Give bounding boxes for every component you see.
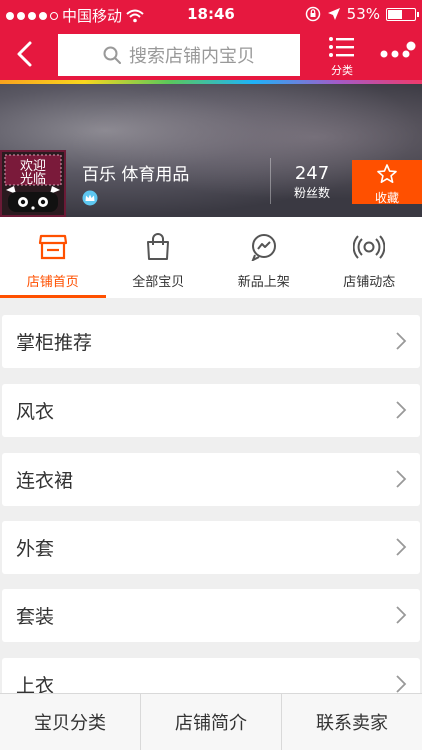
contact-seller-button[interactable]: 联系卖家: [282, 694, 422, 750]
list-item-category[interactable]: 掌柜推荐: [2, 315, 420, 368]
battery-fill: [388, 9, 402, 19]
list-item-category[interactable]: 外套: [2, 521, 420, 574]
category-label: 外套: [16, 538, 55, 560]
banner-divider: [270, 158, 271, 204]
lightning-chat-icon: [251, 234, 276, 261]
bag-icon: [147, 233, 170, 260]
crown-badge-icon: [82, 190, 98, 206]
more-icon[interactable]: [378, 40, 418, 64]
chevron-right-icon: [396, 401, 407, 419]
tab-label: 全部宝贝: [132, 275, 185, 290]
list-item-category[interactable]: 套装: [2, 589, 420, 642]
list-icon: [329, 37, 354, 57]
category-label: 连衣裙: [16, 470, 74, 492]
tab-shop-home[interactable]: 店铺首页: [0, 217, 106, 298]
battery-icon: [386, 7, 419, 21]
broadcast-icon: [353, 235, 386, 259]
top-header: 中国移动 18:46 53% 搜索店铺内宝贝 分类: [0, 0, 422, 84]
shop-name[interactable]: 百乐 体育用品: [82, 160, 189, 185]
tab-label: 店铺动态: [343, 275, 396, 290]
fans-counter: 247 粉丝数: [282, 163, 342, 201]
location-icon: [327, 8, 340, 20]
category-label: 掌柜推荐: [16, 332, 93, 354]
list-item-category[interactable]: 风衣: [2, 384, 420, 437]
category-menu-button[interactable]: 分类: [324, 36, 360, 78]
category-label: 套装: [16, 606, 55, 628]
chevron-right-icon: [396, 332, 407, 350]
favorite-button[interactable]: 收藏: [352, 160, 422, 205]
shop-search-input[interactable]: 搜索店铺内宝贝: [58, 34, 300, 76]
search-icon: [103, 46, 121, 64]
store-icon: [38, 234, 67, 260]
tab-shop-updates[interactable]: 店铺动态: [317, 217, 422, 298]
status-bar: 中国移动 18:46 53%: [0, 0, 422, 28]
category-label: 风衣: [16, 401, 55, 423]
chevron-right-icon: [396, 675, 407, 693]
chevron-right-icon: [396, 470, 407, 488]
fans-count: 247: [294, 163, 330, 184]
chevron-right-icon: [396, 606, 407, 624]
bottom-action-bar: 宝贝分类 店铺简介 联系卖家: [0, 693, 422, 750]
tab-new-arrivals[interactable]: 新品上架: [211, 217, 317, 298]
tab-all-items[interactable]: 全部宝贝: [106, 217, 212, 298]
favorite-label: 收藏: [374, 191, 399, 205]
fans-label: 粉丝数: [293, 186, 330, 200]
welcome-logo-image: 欢迎 光临: [2, 152, 64, 215]
shop-intro-button[interactable]: 店铺简介: [141, 694, 282, 750]
search-placeholder: 搜索店铺内宝贝: [129, 46, 255, 67]
shop-logo[interactable]: 欢迎 光临: [0, 150, 66, 217]
battery-percent: 53%: [346, 5, 380, 23]
svg-text:光临: 光临: [20, 172, 46, 187]
tab-label: 店铺首页: [26, 275, 79, 290]
category-menu-label: 分类: [331, 64, 353, 77]
shop-tabs: 店铺首页 全部宝贝 新品上架 店铺动态: [0, 217, 422, 298]
star-icon: [377, 164, 397, 183]
list-item-category[interactable]: 连衣裙: [2, 453, 420, 506]
chevron-right-icon: [396, 538, 407, 556]
rotation-lock-icon: [305, 6, 320, 22]
tab-label: 新品上架: [237, 275, 290, 290]
back-arrow-icon[interactable]: [12, 40, 40, 68]
item-categories-button[interactable]: 宝贝分类: [0, 694, 141, 750]
